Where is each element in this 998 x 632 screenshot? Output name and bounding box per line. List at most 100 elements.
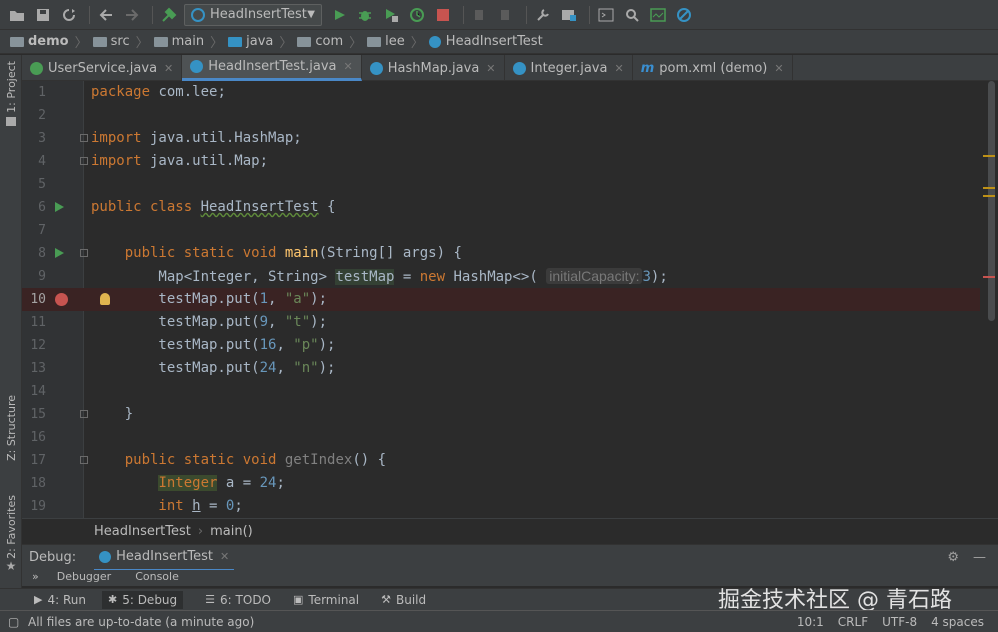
line-number: 9	[38, 269, 46, 284]
sync-icon[interactable]	[58, 4, 80, 26]
vcs-update-icon[interactable]	[469, 4, 491, 26]
warning-marker[interactable]	[983, 155, 995, 157]
tab-hashmap[interactable]: HashMap.java ✕	[362, 55, 505, 81]
code-line[interactable]: 13 testMap.put(24, "n");	[22, 357, 980, 380]
tab-pom[interactable]: m pom.xml (demo) ✕	[633, 55, 793, 81]
forward-icon[interactable]	[121, 4, 143, 26]
hide-icon[interactable]: —	[973, 550, 986, 565]
layout-icon[interactable]: ▢	[8, 615, 19, 629]
breadcrumb-item-java[interactable]: java	[228, 34, 273, 49]
fold-icon[interactable]	[80, 157, 88, 165]
debug-panel-header: Debug: HeadInsertTest ✕ ⚙ —	[22, 544, 998, 571]
code-line[interactable]: 9 Map<Integer, String> testMap = new Has…	[22, 265, 980, 288]
run-gutter-icon[interactable]	[55, 248, 64, 258]
indent-setting[interactable]: 4 spaces	[931, 615, 984, 629]
run-config-select[interactable]: HeadInsertTest ▼	[184, 3, 322, 26]
build-icon[interactable]	[158, 4, 180, 26]
code-line[interactable]: 5	[22, 173, 980, 196]
no-icon[interactable]	[673, 4, 695, 26]
expand-icon[interactable]: »	[32, 570, 39, 583]
code-line[interactable]: 6 public class HeadInsertTest {	[22, 196, 980, 219]
run-icon[interactable]	[328, 4, 350, 26]
close-icon[interactable]: ✕	[614, 62, 623, 75]
breadcrumb-item-com[interactable]: com	[297, 34, 343, 49]
code-line[interactable]: 19 int h = 0;	[22, 495, 980, 518]
class-icon	[428, 35, 441, 48]
crumb-class[interactable]: HeadInsertTest	[94, 524, 191, 539]
code-line[interactable]: 4 import java.util.Map;	[22, 150, 980, 173]
debug-session-tab[interactable]: HeadInsertTest ✕	[94, 545, 235, 571]
breakpoint-marker[interactable]	[983, 276, 995, 278]
code-line[interactable]: 8 public static void main(String[] args)…	[22, 242, 980, 265]
gear-icon[interactable]: ⚙	[947, 550, 959, 565]
tool-tab-terminal[interactable]: ▣ Terminal	[293, 593, 359, 607]
code-line[interactable]: 2	[22, 104, 980, 127]
tab-integer[interactable]: Integer.java ✕	[505, 55, 633, 81]
tool-tab-build[interactable]: ⚒ Build	[381, 593, 426, 607]
line-separator[interactable]: CRLF	[838, 615, 868, 629]
tab-userservice[interactable]: UserService.java ✕	[22, 55, 183, 81]
tool-tab-run[interactable]: ▶ 4: Run	[34, 593, 86, 607]
vcs-commit-icon[interactable]	[495, 4, 517, 26]
crumb-method[interactable]: main()	[210, 524, 253, 539]
caret-position[interactable]: 10:1	[797, 615, 824, 629]
code-line[interactable]: 12 testMap.put(16, "p");	[22, 334, 980, 357]
monitor-icon[interactable]	[647, 4, 669, 26]
debug-icon[interactable]	[354, 4, 376, 26]
structure-tool-tab[interactable]: Z: Structure	[1, 395, 21, 461]
favorites-tool-tab[interactable]: 2: Favorites ★	[1, 495, 21, 573]
code-line[interactable]: 1 package com.lee;	[22, 81, 980, 104]
file-encoding[interactable]: UTF-8	[882, 615, 917, 629]
debug-session-label: HeadInsertTest	[116, 549, 214, 564]
close-icon[interactable]: ✕	[486, 62, 495, 75]
tab-console[interactable]: Console	[135, 570, 179, 583]
fold-icon[interactable]	[80, 410, 88, 418]
code-line[interactable]: 11 testMap.put(9, "t");	[22, 311, 980, 334]
breadcrumb-item-src[interactable]: src	[92, 34, 130, 49]
close-icon[interactable]: ✕	[164, 62, 173, 75]
search-icon[interactable]	[621, 4, 643, 26]
code-line[interactable]: 3 import java.util.HashMap;	[22, 127, 980, 150]
settings-icon[interactable]	[532, 4, 554, 26]
project-tool-tab[interactable]: 1: Project	[1, 61, 21, 126]
code-line[interactable]: 15 }	[22, 403, 980, 426]
tab-headinserttest[interactable]: HeadInsertTest.java ✕	[182, 55, 362, 81]
code-line[interactable]: 7	[22, 219, 980, 242]
run-gutter-icon[interactable]	[55, 202, 64, 212]
code-text: testMap.put(9, "t");	[91, 311, 327, 334]
breadcrumb-item-lee[interactable]: lee	[367, 34, 405, 49]
terminal-icon[interactable]	[595, 4, 617, 26]
code-line[interactable]: 17 public static void getIndex() {	[22, 449, 980, 472]
warning-marker[interactable]	[983, 195, 995, 197]
fold-icon[interactable]	[80, 249, 88, 257]
line-number: 12	[30, 338, 46, 353]
breadcrumb-item-main[interactable]: main	[153, 34, 204, 49]
code-line[interactable]: 14	[22, 380, 980, 403]
breadcrumb-item-class[interactable]: HeadInsertTest	[428, 34, 543, 49]
profile-icon[interactable]	[406, 4, 428, 26]
code-line[interactable]: 16	[22, 426, 980, 449]
structure-icon[interactable]	[558, 4, 580, 26]
code-line[interactable]: 18 Integer a = 24;	[22, 472, 980, 495]
tool-tab-debug[interactable]: ✱ 5: Debug	[101, 590, 184, 609]
save-icon[interactable]	[32, 4, 54, 26]
fold-icon[interactable]	[80, 134, 88, 142]
close-icon[interactable]: ✕	[774, 62, 783, 75]
code-editor[interactable]: 1 package com.lee; 2 3 import java.util.Ha…	[22, 81, 998, 518]
warning-marker[interactable]	[983, 187, 995, 189]
coverage-icon[interactable]	[380, 4, 402, 26]
stop-icon[interactable]	[432, 4, 454, 26]
line-number: 17	[30, 453, 46, 468]
close-icon[interactable]: ✕	[220, 550, 229, 563]
error-stripe[interactable]	[983, 81, 995, 518]
fold-icon[interactable]	[80, 456, 88, 464]
back-icon[interactable]	[95, 4, 117, 26]
code-line-breakpoint[interactable]: 10 testMap.put(1, "a");	[22, 288, 980, 311]
breakpoint-icon[interactable]	[55, 293, 68, 306]
tab-debugger[interactable]: Debugger	[57, 570, 111, 583]
tool-tab-label: 5: Debug	[122, 592, 178, 607]
tool-tab-todo[interactable]: ☰ 6: TODO	[205, 593, 271, 607]
close-icon[interactable]: ✕	[344, 60, 353, 73]
breadcrumb-item-demo[interactable]: demo	[10, 34, 69, 49]
open-icon[interactable]	[6, 4, 28, 26]
